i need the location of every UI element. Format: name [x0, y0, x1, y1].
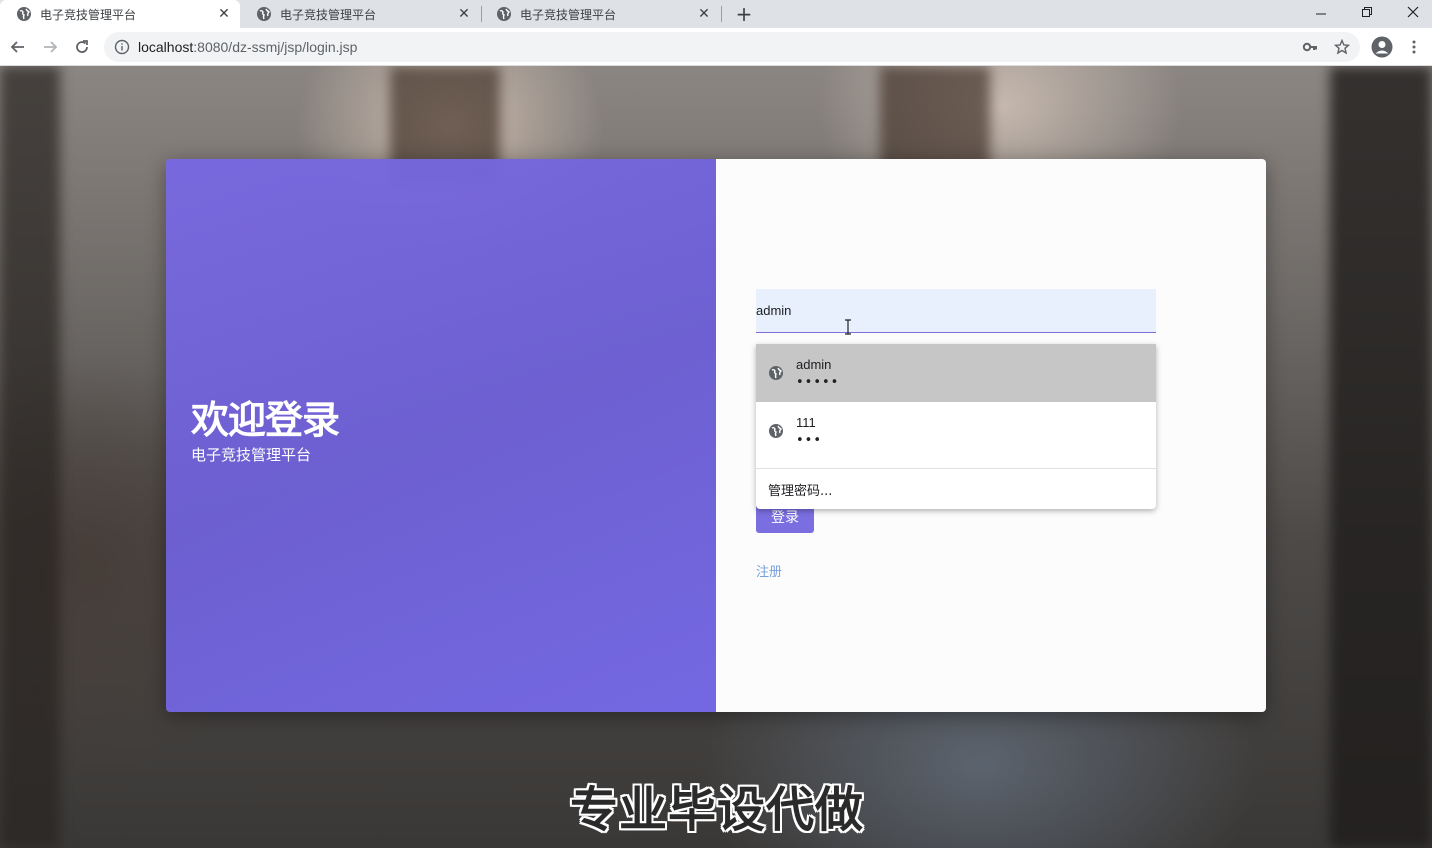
star-icon: [1334, 39, 1350, 55]
globe-icon: [496, 6, 512, 22]
globe-icon: [256, 6, 272, 22]
minimize-button[interactable]: [1298, 0, 1344, 24]
username-input[interactable]: [756, 289, 1156, 333]
browser-tab-1[interactable]: 电子竞技管理平台 ✕: [0, 0, 240, 28]
close-icon[interactable]: ✕: [216, 6, 232, 22]
suggestion-username: 111: [796, 414, 816, 430]
tab-title: 电子竞技管理平台: [40, 7, 137, 22]
text-cursor-icon: [845, 319, 851, 335]
tab-separator: [721, 6, 722, 22]
arrow-left-icon: [10, 41, 24, 53]
info-icon[interactable]: [114, 39, 130, 55]
url-host: localhost: [138, 39, 194, 55]
password-autofill-dropdown: admin ••••• 111 ••• 管理密码...: [756, 344, 1156, 509]
url-text: localhost:8080/dz-ssmj/jsp/login.jsp: [138, 39, 357, 55]
globe-icon: [768, 365, 784, 381]
minimize-icon: [1316, 13, 1326, 15]
browser-tab-2[interactable]: 电子竞技管理平台 ✕: [240, 0, 480, 28]
profile-button[interactable]: [1368, 33, 1396, 61]
browser-toolbar: localhost:8080/dz-ssmj/jsp/login.jsp: [0, 28, 1432, 66]
tab-title: 电子竞技管理平台: [520, 7, 617, 22]
close-icon[interactable]: ✕: [696, 6, 712, 22]
close-window-icon: [1407, 6, 1419, 18]
suggestion-password: •••: [796, 432, 823, 448]
forward-button[interactable]: [36, 33, 64, 61]
restore-button[interactable]: [1344, 0, 1390, 24]
arrow-right-icon: [44, 41, 58, 53]
suggestion-password: •••••: [796, 374, 840, 390]
close-icon[interactable]: ✕: [456, 6, 472, 22]
tab-strip: 电子竞技管理平台 ✕ 电子竞技管理平台 ✕ 电子竞技管理平台 ✕ +: [0, 0, 1432, 28]
password-key-button[interactable]: [1296, 33, 1324, 61]
menu-button[interactable]: [1400, 33, 1428, 61]
autofill-suggestion[interactable]: admin •••••: [756, 344, 1156, 402]
background-blur: [0, 66, 60, 848]
reload-button[interactable]: [68, 33, 96, 61]
suggestion-username: admin: [796, 356, 832, 372]
browser-tab-3[interactable]: 电子竞技管理平台 ✕: [480, 0, 720, 28]
back-button[interactable]: [4, 33, 32, 61]
more-vert-icon: [1412, 40, 1416, 54]
dropdown-divider: [756, 468, 1156, 469]
page-viewport: 欢迎登录 电子竞技管理平台 登录 注册: [0, 66, 1432, 848]
key-icon: [1302, 42, 1317, 52]
avatar-icon: [1371, 36, 1393, 58]
welcome-title: 欢迎登录: [191, 398, 340, 442]
autofill-suggestion[interactable]: 111 •••: [756, 402, 1156, 460]
globe-icon: [768, 423, 784, 439]
address-bar[interactable]: localhost:8080/dz-ssmj/jsp/login.jsp: [104, 32, 1360, 62]
globe-icon: [16, 6, 32, 22]
welcome-panel: 欢迎登录 电子竞技管理平台: [166, 159, 716, 712]
bookmark-button[interactable]: [1328, 33, 1356, 61]
manage-passwords-link[interactable]: 管理密码...: [768, 480, 832, 499]
reload-icon: [76, 40, 88, 53]
new-tab-button[interactable]: +: [730, 2, 758, 26]
background-blur: [1330, 66, 1432, 848]
register-link[interactable]: 注册: [756, 561, 782, 580]
platform-name: 电子竞技管理平台: [191, 446, 312, 464]
watermark-caption: 专业毕设代做: [570, 782, 865, 838]
close-window-button[interactable]: [1390, 0, 1432, 24]
url-path: :8080/dz-ssmj/jsp/login.jsp: [193, 39, 358, 55]
tab-title: 电子竞技管理平台: [280, 7, 377, 22]
restore-icon: [1362, 7, 1372, 17]
